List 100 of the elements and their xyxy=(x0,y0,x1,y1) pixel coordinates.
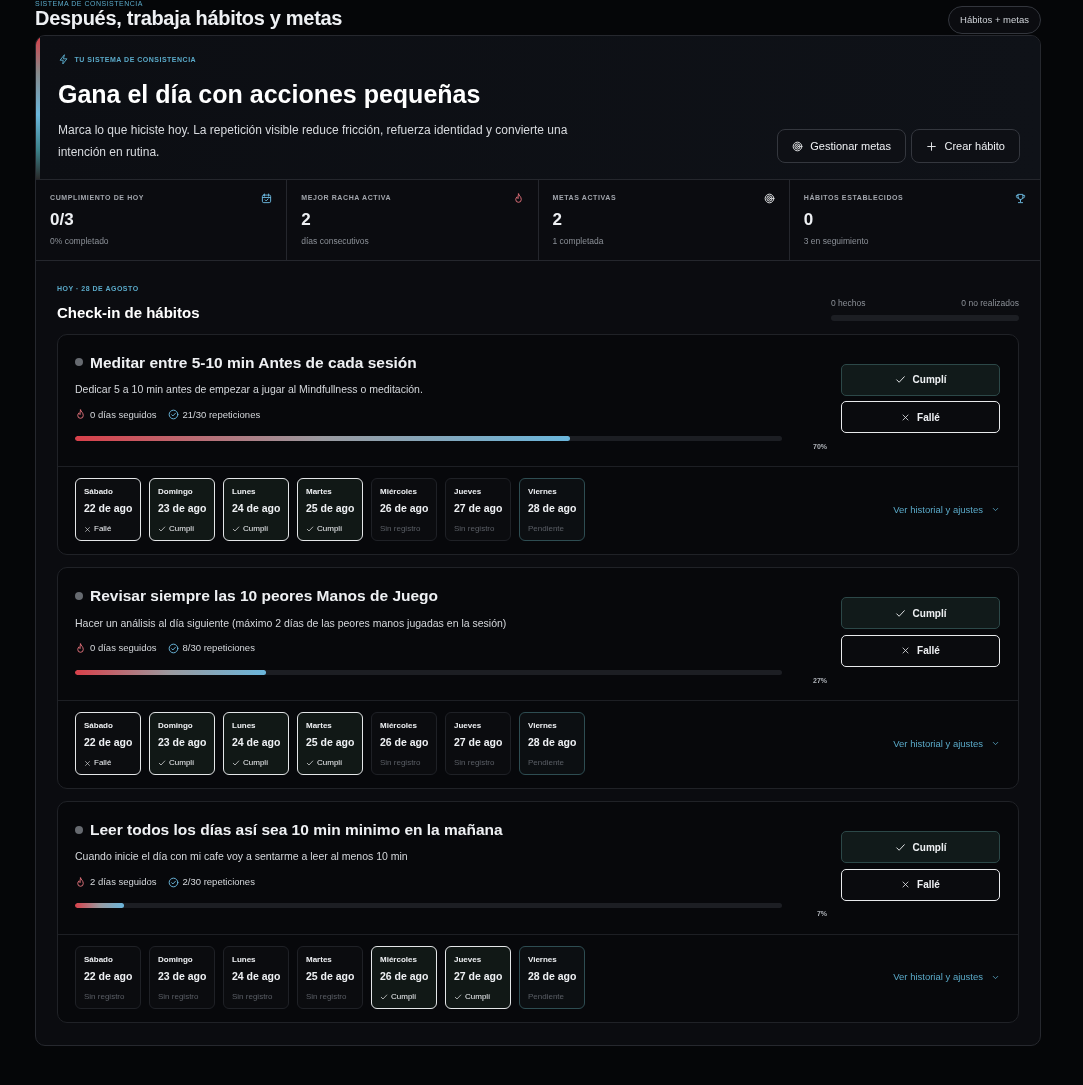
check-circle-icon xyxy=(167,643,179,654)
day-card[interactable]: Martes 25 de ago Cumplí xyxy=(297,712,363,776)
status-dot xyxy=(75,358,83,367)
streak-text: 0 días seguidos xyxy=(90,407,157,422)
day-status: Sin registro xyxy=(158,990,199,1003)
flame-icon xyxy=(75,876,86,888)
day-status: Pendiente xyxy=(528,757,565,770)
history-link[interactable]: Ver historial y ajustes xyxy=(893,502,1000,517)
day-card[interactable]: Lunes 24 de ago Cumplí xyxy=(223,712,289,776)
check-icon xyxy=(158,759,166,768)
day-card[interactable]: Martes 25 de ago Cumplí xyxy=(297,478,363,542)
day-name: Miércoles xyxy=(380,720,418,733)
day-card[interactable]: Jueves 27 de ago Sin registro xyxy=(445,712,511,776)
day-card[interactable]: Domingo 23 de ago Cumplí xyxy=(149,712,215,776)
stat-value: 2 xyxy=(552,209,563,232)
day-card[interactable]: Domingo 23 de ago Sin registro xyxy=(149,945,215,1009)
cross-icon xyxy=(84,759,91,767)
repetitions-text: 2/30 repeticiones xyxy=(182,875,255,890)
flame-icon xyxy=(75,643,86,654)
day-date: 22 de ago xyxy=(84,968,133,984)
check-icon xyxy=(894,374,906,386)
streak-text: 2 días seguidos xyxy=(90,875,157,890)
done-button[interactable]: Cumplí xyxy=(841,597,1000,630)
day-card[interactable]: Viernes 28 de ago Pendiente xyxy=(519,945,585,1009)
day-status: Sin registro xyxy=(454,523,495,536)
day-name: Jueves xyxy=(454,720,483,733)
done-count: 0 hechos xyxy=(831,296,866,310)
day-name: Viernes xyxy=(528,953,558,966)
history-link[interactable]: Ver historial y ajustes xyxy=(893,736,1000,751)
day-date: 23 de ago xyxy=(158,968,207,984)
failed-button[interactable]: Fallé xyxy=(841,868,1000,901)
day-card[interactable]: Miércoles 26 de ago Sin registro xyxy=(371,478,437,542)
day-status: Cumplí xyxy=(317,523,343,536)
cross-icon xyxy=(901,412,911,422)
done-button[interactable]: Cumplí xyxy=(841,831,1000,864)
day-name: Martes xyxy=(306,953,333,966)
day-name: Martes xyxy=(306,720,333,733)
day-card[interactable]: Jueves 27 de ago Sin registro xyxy=(445,478,511,542)
habit-title: Revisar siempre las 10 peores Manos de Juego xyxy=(90,586,439,607)
check-icon xyxy=(894,841,906,853)
day-card[interactable]: Sábado 22 de ago Sin registro xyxy=(75,945,141,1009)
habit-description: Dedicar 5 a 10 min antes de empezar a jugar al Mindfullness o meditación. xyxy=(75,381,424,397)
day-status: Cumplí xyxy=(169,757,195,770)
failed-button[interactable]: Fallé xyxy=(841,634,1000,667)
day-status: Cumplí xyxy=(243,757,269,770)
day-card[interactable]: Martes 25 de ago Sin registro xyxy=(297,945,363,1009)
create-habit-button[interactable]: Crear hábito xyxy=(911,128,1020,164)
day-name: Jueves xyxy=(454,486,483,499)
cross-icon xyxy=(901,880,911,890)
day-name: Domingo xyxy=(158,486,194,499)
day-status: Sin registro xyxy=(380,757,421,770)
day-date: 26 de ago xyxy=(380,735,429,751)
trophy-icon xyxy=(1015,193,1026,205)
day-card[interactable]: Miércoles 26 de ago Sin registro xyxy=(371,712,437,776)
day-date: 28 de ago xyxy=(528,735,577,751)
day-status: Cumplí xyxy=(317,757,343,770)
day-card[interactable]: Viernes 28 de ago Pendiente xyxy=(519,712,585,776)
day-status: Fallé xyxy=(94,523,112,536)
failed-button[interactable]: Fallé xyxy=(841,401,1000,434)
status-dot xyxy=(75,592,83,600)
day-name: Viernes xyxy=(528,720,558,733)
history-link[interactable]: Ver historial y ajustes xyxy=(893,970,1000,985)
hero-description: Marca lo que hiciste hoy. La repetición visible reduce fricción, refuerza identidad y convierte una intención en rutina. xyxy=(58,122,569,162)
day-date: 26 de ago xyxy=(380,501,429,517)
done-button[interactable]: Cumplí xyxy=(841,363,1000,396)
day-status: Sin registro xyxy=(84,990,125,1003)
day-status: Sin registro xyxy=(380,523,421,536)
flame-icon xyxy=(512,193,524,205)
manage-goals-button[interactable]: Gestionar metas xyxy=(777,128,906,164)
day-card[interactable]: Jueves 27 de ago Cumplí xyxy=(445,945,511,1009)
day-name: Domingo xyxy=(158,953,194,966)
habit-description: Hacer un análisis al día siguiente (máximo 2 días de las peores manos jugadas en la sesión) xyxy=(75,615,508,631)
plus-icon xyxy=(926,140,938,152)
day-date: 24 de ago xyxy=(232,501,281,517)
day-card[interactable]: Sábado 22 de ago Fallé xyxy=(75,478,141,542)
day-status: Pendiente xyxy=(528,523,565,536)
repetitions-text: 21/30 repeticiones xyxy=(182,407,261,422)
stat-value: 0 xyxy=(803,209,815,232)
check-circle-icon xyxy=(167,876,179,888)
day-date: 23 de ago xyxy=(158,501,207,517)
check-circle-icon xyxy=(167,409,179,421)
day-date: 24 de ago xyxy=(232,735,281,751)
day-card[interactable]: Miércoles 26 de ago Cumplí xyxy=(371,945,437,1009)
day-card[interactable]: Lunes 24 de ago Sin registro xyxy=(223,945,289,1009)
streak-text: 0 días seguidos xyxy=(90,641,157,656)
day-card[interactable]: Viernes 28 de ago Pendiente xyxy=(519,478,585,542)
flame-icon xyxy=(75,409,86,421)
status-dot xyxy=(75,825,83,834)
day-name: Miércoles xyxy=(380,953,418,966)
day-card[interactable]: Lunes 24 de ago Cumplí xyxy=(223,478,289,542)
check-icon xyxy=(232,759,240,768)
day-date: 24 de ago xyxy=(232,968,281,984)
check-icon xyxy=(306,759,314,768)
day-card[interactable]: Domingo 23 de ago Cumplí xyxy=(149,478,215,542)
day-date: 22 de ago xyxy=(84,735,133,751)
day-status: Cumplí xyxy=(465,990,491,1003)
day-name: Lunes xyxy=(232,953,257,966)
day-status: Sin registro xyxy=(232,990,273,1003)
day-date: 22 de ago xyxy=(84,501,133,517)
day-card[interactable]: Sábado 22 de ago Fallé xyxy=(75,712,141,776)
